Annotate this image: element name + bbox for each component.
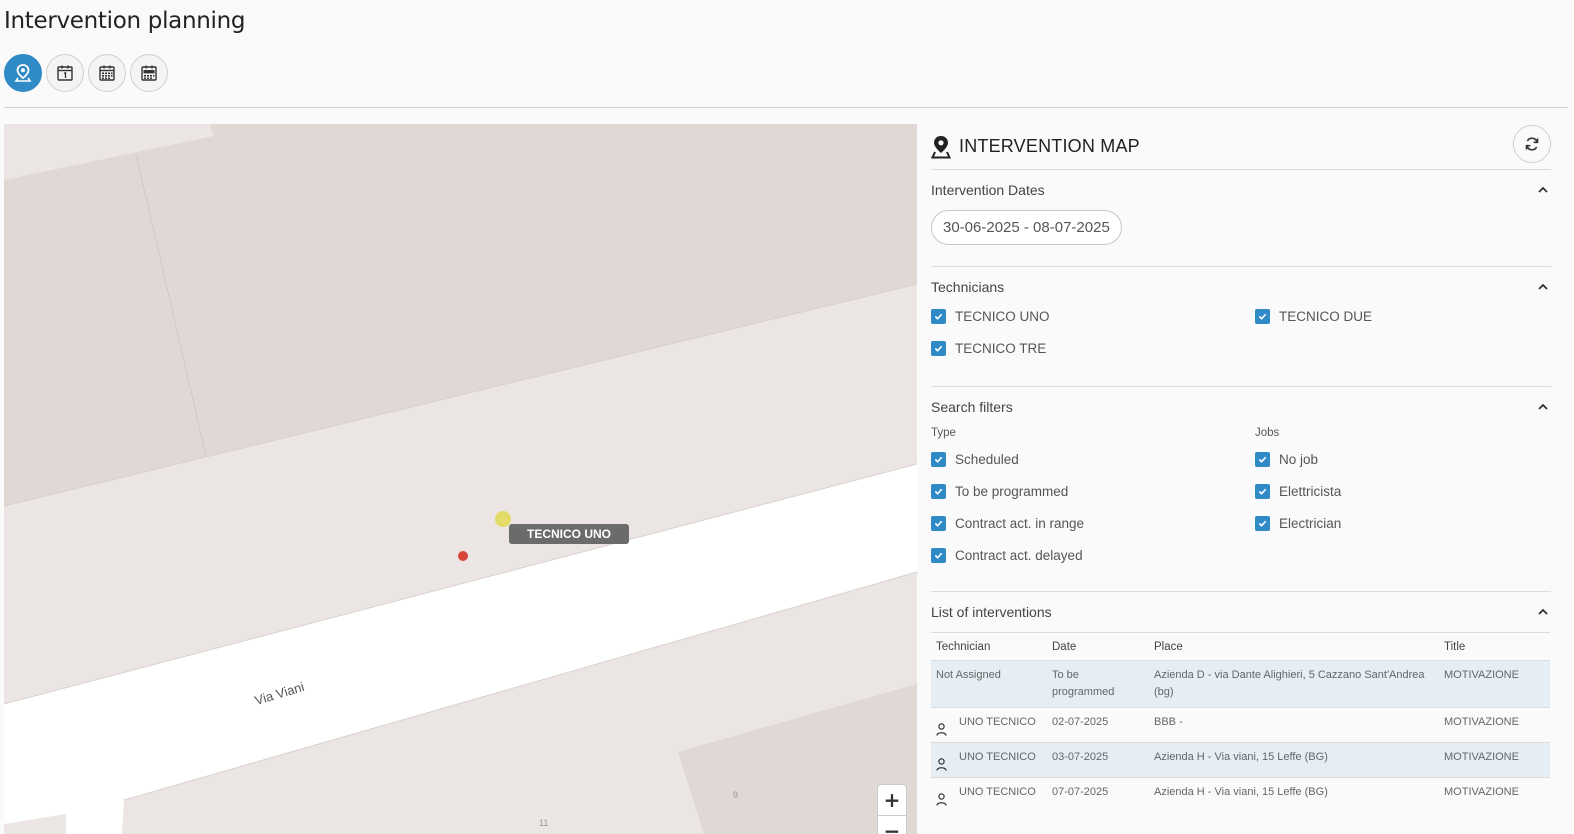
chevron-up-icon[interactable] <box>1537 184 1549 196</box>
technician-cell: UNO TECNICO <box>931 707 1047 743</box>
refresh-icon <box>1525 137 1539 151</box>
calendar-day-icon <box>57 65 73 81</box>
map-canvas[interactable]: TECNICO UNO Via Viani 9 11 + − <box>4 124 917 834</box>
type-checkbox[interactable]: To be programmed <box>931 482 1255 501</box>
type-label: Type <box>931 427 956 439</box>
map-view-button[interactable] <box>4 54 42 92</box>
place-cell: Azienda H - Via viani, 15 Leffe (BG) <box>1149 777 1439 812</box>
page-title: Intervention planning <box>4 8 246 34</box>
zoom-in-button[interactable]: + <box>878 785 906 815</box>
technicians-section: Technicians TECNICO UNO TECNICO DUE TECN… <box>931 267 1551 387</box>
technician-checkbox[interactable]: TECNICO DUE <box>1255 307 1551 326</box>
job-checkbox[interactable]: Electrician <box>1255 514 1551 533</box>
date-cell: To be programmed <box>1047 660 1149 708</box>
filter-panel: INTERVENTION MAP Intervention Dates 30-0… <box>931 124 1551 834</box>
section-title: Technicians <box>931 279 1005 295</box>
section-title: Search filters <box>931 399 1013 415</box>
date-cell: 07-07-2025 <box>1047 777 1149 812</box>
year-view-button[interactable] <box>130 54 168 92</box>
interventions-section: List of interventions Technician Date Pl… <box>931 592 1551 812</box>
map-tiles <box>4 124 917 834</box>
section-title: List of interventions <box>931 604 1052 620</box>
table-row[interactable]: UNO TECNICO 07-07-2025 Azienda H - Via v… <box>931 777 1550 812</box>
technician-cell: Not Assigned <box>931 660 1047 708</box>
checkmark-icon <box>1255 452 1270 467</box>
title-cell: MOTIVAZIONE <box>1439 742 1550 778</box>
map-pin-icon <box>14 64 32 82</box>
house-number: 11 <box>539 818 549 828</box>
user-icon <box>936 758 947 771</box>
view-switch <box>4 54 168 92</box>
place-cell: Azienda D - via Dante Alighieri, 5 Cazza… <box>1149 660 1439 708</box>
checkmark-icon <box>1255 309 1270 324</box>
calendar-grid-icon <box>99 65 115 81</box>
marker-tooltip: TECNICO UNO <box>509 524 629 544</box>
job-checkbox[interactable]: Elettricista <box>1255 482 1551 501</box>
panel-header: INTERVENTION MAP <box>931 124 1551 170</box>
checkmark-icon <box>931 309 946 324</box>
chevron-up-icon[interactable] <box>1537 606 1549 618</box>
chevron-up-icon[interactable] <box>1537 401 1549 413</box>
technician-cell: UNO TECNICO <box>931 777 1047 812</box>
calendar-month-icon <box>141 65 157 81</box>
checkmark-icon <box>931 452 946 467</box>
table-header-row: Technician Date Place Title <box>931 632 1550 661</box>
type-checkbox[interactable]: Contract act. in range <box>931 514 1255 533</box>
job-checkbox[interactable]: No job <box>1255 450 1551 469</box>
checkmark-icon <box>1255 484 1270 499</box>
chevron-up-icon[interactable] <box>1537 281 1549 293</box>
dates-section: Intervention Dates 30-06-2025 - 08-07-20… <box>931 170 1551 267</box>
title-cell: MOTIVAZIONE <box>1439 660 1550 708</box>
title-cell: MOTIVAZIONE <box>1439 707 1550 743</box>
checkmark-icon <box>931 341 946 356</box>
section-title: Intervention Dates <box>931 182 1045 198</box>
technician-checkbox[interactable]: TECNICO TRE <box>931 339 1255 358</box>
column-header[interactable]: Place <box>1149 632 1439 661</box>
table-row[interactable]: UNO TECNICO 03-07-2025 Azienda H - Via v… <box>931 742 1550 778</box>
map-pin-icon <box>931 135 951 158</box>
column-header[interactable]: Technician <box>931 632 1047 661</box>
table-row[interactable]: UNO TECNICO 02-07-2025 BBB - MOTIVAZIONE <box>931 707 1550 743</box>
type-checkbox[interactable]: Scheduled <box>931 450 1255 469</box>
zoom-out-button[interactable]: − <box>878 815 906 834</box>
table-row[interactable]: Not Assigned To be programmed Azienda D … <box>931 660 1550 708</box>
column-header[interactable]: Date <box>1047 632 1149 661</box>
column-header[interactable]: Title <box>1439 632 1550 661</box>
jobs-label: Jobs <box>1255 427 1280 439</box>
user-icon <box>936 793 947 806</box>
date-cell: 03-07-2025 <box>1047 742 1149 778</box>
place-cell: BBB - <box>1149 707 1439 743</box>
user-icon <box>936 723 947 736</box>
title-cell: MOTIVAZIONE <box>1439 777 1550 812</box>
intervention-marker[interactable] <box>458 551 468 561</box>
technician-checkbox[interactable]: TECNICO UNO <box>931 307 1255 326</box>
technician-cell: UNO TECNICO <box>931 742 1047 778</box>
zoom-control: + − <box>877 784 907 834</box>
date-range-input[interactable]: 30-06-2025 - 08-07-2025 <box>931 210 1122 245</box>
checkmark-icon <box>931 516 946 531</box>
house-number: 9 <box>733 790 739 800</box>
filters-section: Search filters Type Jobs Scheduled No jo… <box>931 387 1551 592</box>
panel-title: INTERVENTION MAP <box>959 136 1140 156</box>
checkmark-icon <box>1255 516 1270 531</box>
place-cell: Azienda H - Via viani, 15 Leffe (BG) <box>1149 742 1439 778</box>
checkmark-icon <box>931 548 946 563</box>
day-view-button[interactable] <box>46 54 84 92</box>
header-divider <box>4 107 1568 108</box>
type-checkbox[interactable]: Contract act. delayed <box>931 546 1255 565</box>
interventions-table: Technician Date Place Title Not Assigned… <box>931 632 1550 812</box>
checkmark-icon <box>931 484 946 499</box>
refresh-button[interactable] <box>1513 125 1551 163</box>
date-cell: 02-07-2025 <box>1047 707 1149 743</box>
month-view-button[interactable] <box>88 54 126 92</box>
